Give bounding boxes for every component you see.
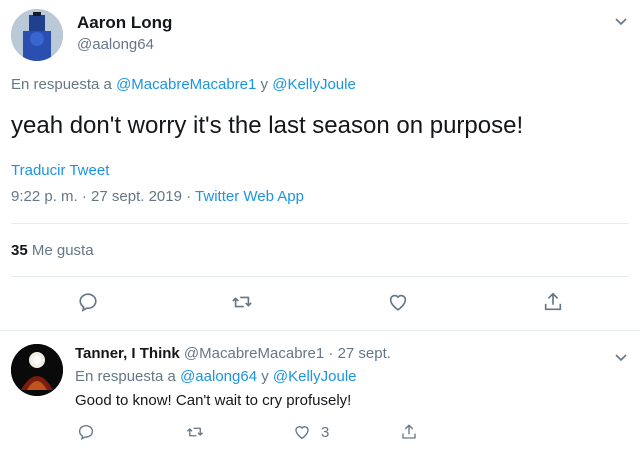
- reply-conjunction: y: [260, 76, 269, 93]
- avatar[interactable]: [11, 9, 63, 61]
- retweet-icon[interactable]: [186, 423, 204, 441]
- heart-icon[interactable]: [387, 291, 409, 313]
- tweet-client[interactable]: Twitter Web App: [195, 188, 304, 205]
- reply-header: Tanner, I Think @MacabreMacabre1 · 27 se…: [75, 345, 391, 362]
- reply-user-link[interactable]: @MacabreMacabre1: [116, 76, 256, 93]
- chevron-down-icon[interactable]: [614, 350, 628, 362]
- reply-user-link[interactable]: @aalong64: [180, 368, 257, 385]
- reply-user-link[interactable]: @KellyJoule: [272, 76, 356, 93]
- reply-conjunction: y: [261, 368, 269, 385]
- likes-count: 35: [11, 242, 28, 259]
- translate-link[interactable]: Traducir Tweet: [11, 162, 109, 179]
- likes-stat[interactable]: 35 Me gusta: [11, 242, 94, 259]
- tweet-text: yeah don't worry it's the last season on…: [11, 112, 524, 139]
- divider: [11, 276, 629, 277]
- reply-context: En respuesta a @aalong64 y @KellyJoule: [75, 368, 357, 385]
- author-handle[interactable]: @aalong64: [77, 36, 154, 53]
- reply-icon[interactable]: [77, 423, 95, 441]
- chevron-down-icon[interactable]: [614, 14, 628, 26]
- main-tweet: Aaron Long @aalong64 En respuesta a @Mac…: [0, 0, 640, 330]
- reply-user-link[interactable]: @KellyJoule: [273, 368, 357, 385]
- reply-tweet[interactable]: Tanner, I Think @MacabreMacabre1 · 27 se…: [0, 331, 640, 456]
- divider: [11, 223, 629, 224]
- like-count: 3: [321, 424, 330, 441]
- tweet-date[interactable]: 27 sept. 2019: [91, 188, 182, 205]
- author-handle[interactable]: @MacabreMacabre1: [184, 345, 324, 362]
- tweet-date[interactable]: 27 sept.: [338, 345, 391, 362]
- author-name[interactable]: Tanner, I Think: [75, 345, 180, 362]
- likes-label: Me gusta: [31, 242, 94, 259]
- reply-prefix: En respuesta a: [11, 76, 112, 93]
- author-name[interactable]: Aaron Long: [77, 13, 172, 33]
- reply-icon[interactable]: [77, 291, 99, 313]
- heart-icon[interactable]: [293, 423, 311, 441]
- tweet-text: Good to know! Can't wait to cry profusel…: [75, 392, 352, 409]
- reply-context: En respuesta a @MacabreMacabre1 y @Kelly…: [11, 76, 356, 93]
- reply-prefix: En respuesta a: [75, 368, 176, 385]
- retweet-icon[interactable]: [231, 291, 253, 313]
- share-icon[interactable]: [542, 291, 564, 313]
- tweet-time[interactable]: 9:22 p. m.: [11, 188, 78, 205]
- share-icon[interactable]: [400, 423, 418, 441]
- tweet-meta: 9:22 p. m. · 27 sept. 2019 · Twitter Web…: [11, 188, 304, 205]
- avatar[interactable]: [11, 344, 63, 396]
